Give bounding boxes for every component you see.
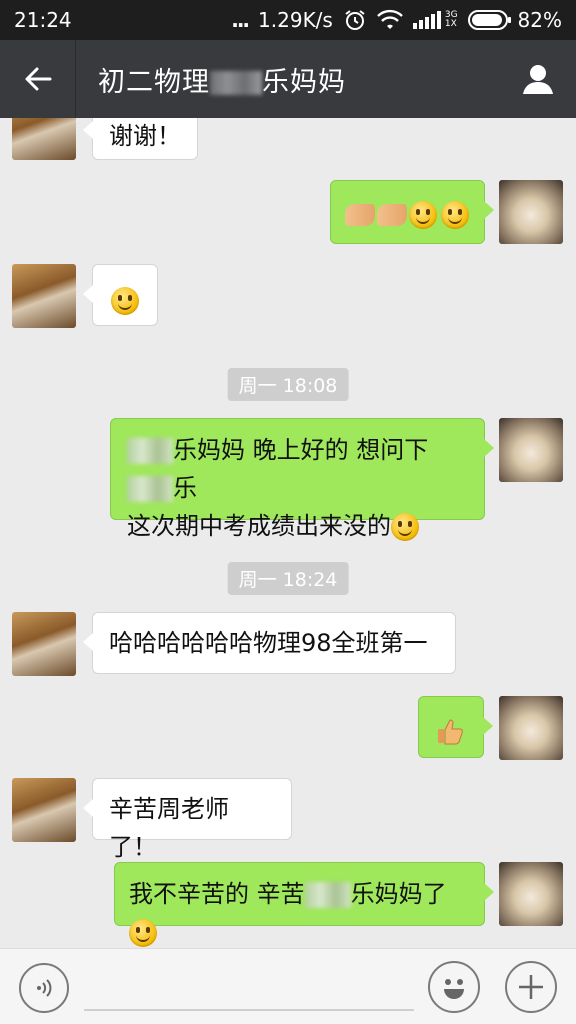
status-indicators: ... 1.29K/s 3G 1X 82% <box>231 8 562 32</box>
network-speed: 1.29K/s <box>258 8 333 32</box>
handshake-emoji <box>345 204 375 226</box>
message-input[interactable] <box>84 1009 414 1011</box>
timestamp: 周一 18:24 <box>227 562 349 595</box>
chat-info-button[interactable] <box>500 40 576 118</box>
voice-button[interactable] <box>19 963 69 1013</box>
battery-indicator: 82% <box>467 8 562 32</box>
smile-emoji <box>129 919 157 947</box>
message-line: 这次期中考成绩出来没的 <box>127 507 468 545</box>
battery-percent: 82% <box>517 8 562 32</box>
message-text: 这次期中考成绩出来没的 <box>127 512 391 540</box>
emoji-button[interactable] <box>428 961 480 1013</box>
chat-title-prefix: 初二物理 <box>98 66 210 98</box>
smile-emoji <box>111 287 139 315</box>
wifi-icon <box>376 9 403 31</box>
message-line: 乐妈妈 晚上好的 想问下乐 <box>127 431 468 507</box>
my-avatar[interactable] <box>499 180 563 244</box>
message-text: 谢谢！ <box>109 122 181 150</box>
message-list[interactable]: 谢谢！ 周一 18:08 乐妈妈 晚上好的 想问下乐 这次期中考成绩出来没的 周… <box>0 118 576 948</box>
emoji-icon <box>444 979 464 999</box>
message-text: 乐 <box>173 474 197 502</box>
voice-icon <box>37 979 52 997</box>
my-avatar[interactable] <box>499 418 563 482</box>
alarm-icon <box>343 8 367 32</box>
chat-title: 初二物理 乐妈妈 <box>76 60 500 99</box>
contact-avatar[interactable] <box>12 778 76 842</box>
contact-avatar[interactable] <box>12 264 76 328</box>
signal-icon: 3G 1X <box>412 11 458 29</box>
smile-emoji <box>409 201 437 229</box>
chat-title-suffix: 乐妈妈 <box>262 66 346 98</box>
plus-icon <box>519 975 543 999</box>
message-bubble-outgoing[interactable] <box>330 180 494 244</box>
handshake-emoji <box>377 204 407 226</box>
chat-header: 初二物理 乐妈妈 <box>0 40 576 118</box>
notification-dots: ... <box>231 8 250 32</box>
message-bubble-incoming[interactable]: 哈哈哈哈哈哈物理98全班第一 <box>83 612 456 674</box>
battery-icon <box>467 10 511 30</box>
timestamp: 周一 18:08 <box>227 368 349 401</box>
thumbs-up-emoji <box>438 719 463 745</box>
arrow-left-icon <box>25 67 51 91</box>
contact-avatar[interactable] <box>12 612 76 676</box>
message-bubble-outgoing[interactable]: 乐妈妈 晚上好的 想问下乐 这次期中考成绩出来没的 <box>110 418 494 541</box>
person-icon <box>523 65 553 94</box>
message-text: 我不辛苦的 辛苦 <box>129 880 305 908</box>
more-button[interactable] <box>505 961 557 1013</box>
contact-avatar[interactable] <box>12 118 76 160</box>
message-bubble-outgoing[interactable] <box>418 696 493 758</box>
message-text: 哈哈哈哈哈哈物理98全班第一 <box>109 629 428 657</box>
redacted-text <box>127 438 173 464</box>
my-avatar[interactable] <box>499 862 563 926</box>
smile-emoji <box>441 201 469 229</box>
status-time: 21:24 <box>14 8 72 32</box>
message-text: 辛苦周老师了！ <box>109 795 229 861</box>
smile-emoji <box>391 513 419 541</box>
my-avatar[interactable] <box>499 696 563 760</box>
message-bubble-incoming[interactable]: 谢谢！ <box>83 118 198 160</box>
back-button[interactable] <box>0 40 76 118</box>
message-bubble-incoming[interactable]: 辛苦周老师了！ <box>83 778 292 861</box>
message-bubble-outgoing[interactable]: 我不辛苦的 辛苦 乐妈妈了 <box>114 862 494 947</box>
redacted-name <box>210 71 262 95</box>
message-bubble-incoming[interactable] <box>83 264 158 326</box>
redacted-text <box>304 882 351 908</box>
redacted-text <box>127 476 173 502</box>
network-type-1x: 1X <box>444 19 457 29</box>
message-text: 乐妈妈 晚上好的 想问下 <box>173 436 429 464</box>
input-bar <box>0 948 576 1024</box>
status-bar: 21:24 ... 1.29K/s 3G 1X 82% <box>0 0 576 40</box>
message-text: 乐妈妈了 <box>350 880 447 908</box>
